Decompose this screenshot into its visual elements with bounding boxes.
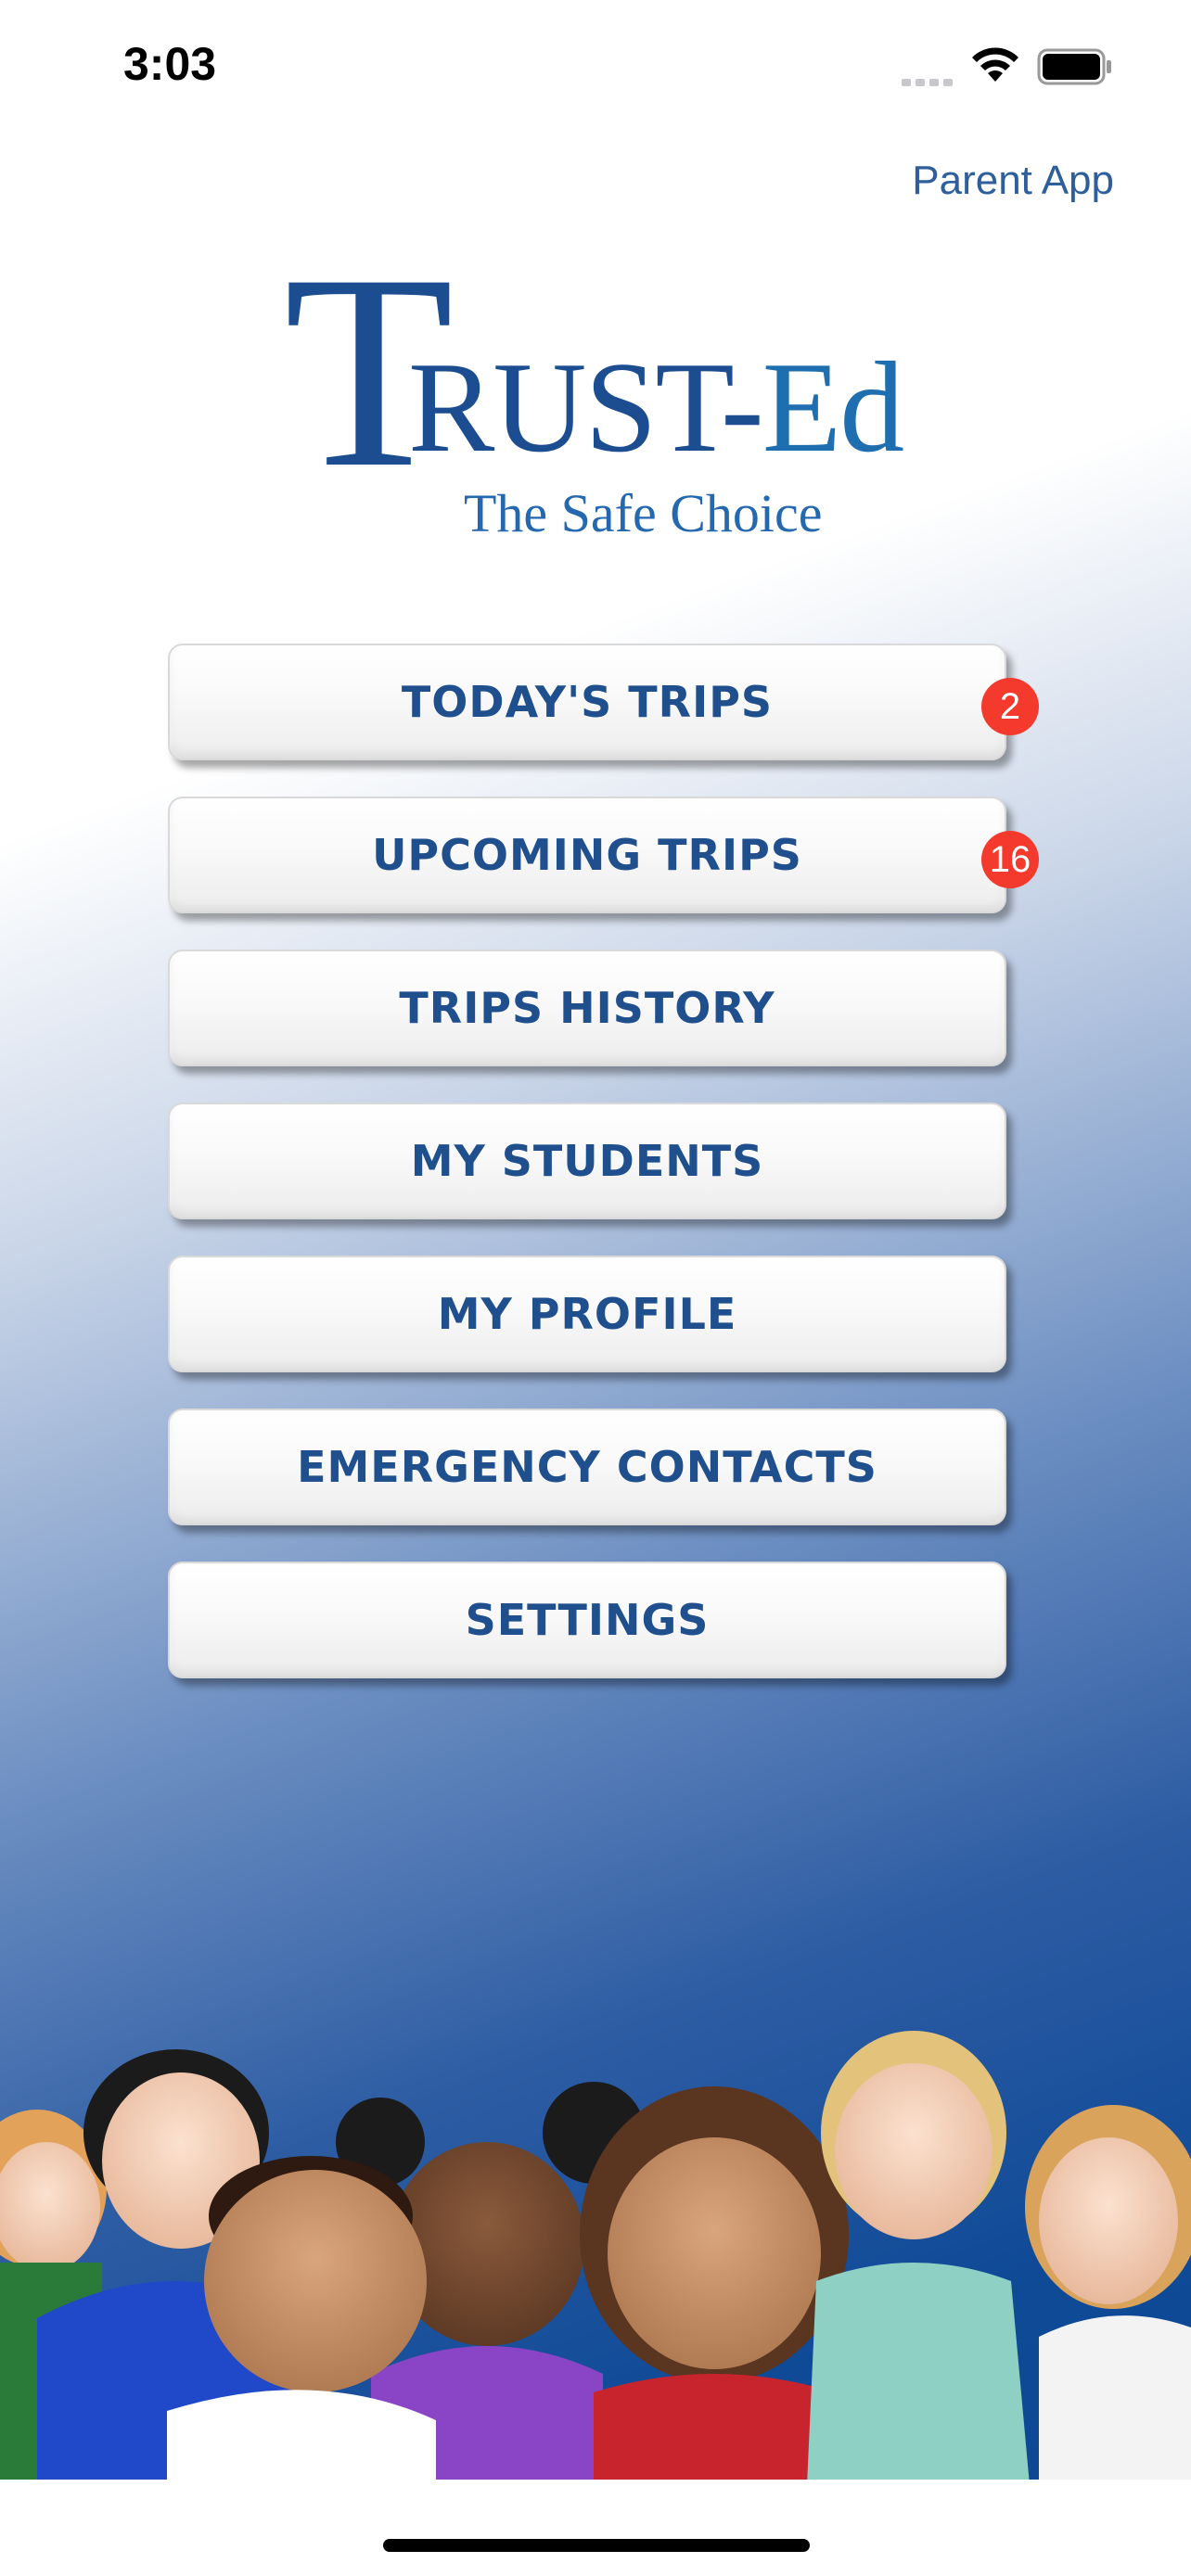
menu-item-label: MY STUDENTS xyxy=(410,1136,764,1186)
menu-item-label: SETTINGS xyxy=(465,1595,710,1645)
logo-wordmark: RUST-Ed xyxy=(408,343,904,473)
todays-trips-button[interactable]: TODAY'S TRIPS xyxy=(168,644,1006,760)
battery-icon xyxy=(1037,48,1111,85)
emergency-contacts-button[interactable]: EMERGENCY CONTACTS xyxy=(168,1409,1006,1525)
logo-wordmark-ed: Ed xyxy=(762,336,905,479)
logo-wordmark-rust: RUST- xyxy=(408,336,764,479)
parent-app-link[interactable]: Parent App xyxy=(912,158,1114,204)
my-students-button[interactable]: MY STUDENTS xyxy=(168,1103,1006,1219)
todays-trips-badge: 2 xyxy=(981,678,1039,735)
menu-item-label: TRIPS HISTORY xyxy=(399,983,775,1033)
status-bar: 3:03 xyxy=(0,0,1191,139)
menu-item-label: UPCOMING TRIPS xyxy=(372,830,802,880)
menu-item-label: TODAY'S TRIPS xyxy=(401,677,774,727)
upcoming-trips-button[interactable]: UPCOMING TRIPS xyxy=(168,797,1006,913)
status-time: 3:03 xyxy=(123,38,217,90)
menu-item-label: MY PROFILE xyxy=(437,1289,737,1339)
logo-tagline: The Safe Choice xyxy=(464,483,823,543)
home-screen: 3:03 Parent App T RUST-Ed The Safe Choic… xyxy=(0,0,1191,2576)
trips-history-button[interactable]: TRIPS HISTORY xyxy=(168,950,1006,1066)
upcoming-trips-badge: 16 xyxy=(981,831,1039,888)
trust-ed-logo: T RUST-Ed The Safe Choice xyxy=(278,232,928,547)
my-profile-button[interactable]: MY PROFILE xyxy=(168,1256,1006,1372)
children-photo xyxy=(0,2031,1191,2485)
settings-button[interactable]: SETTINGS xyxy=(168,1562,1006,1678)
wifi-icon xyxy=(972,47,1018,82)
menu-item-label: EMERGENCY CONTACTS xyxy=(297,1442,877,1492)
home-indicator[interactable] xyxy=(383,2539,810,2552)
bottom-safe-area xyxy=(0,2480,1191,2576)
cellular-signal-icon xyxy=(902,72,957,90)
